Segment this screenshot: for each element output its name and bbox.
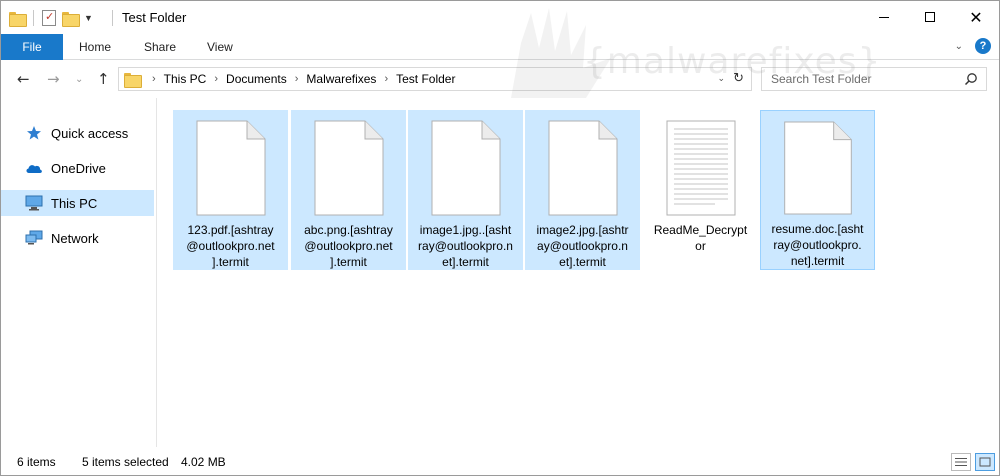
window-controls: ✕ [861,1,999,33]
blank-document-icon [314,120,383,216]
maximize-icon [925,12,935,22]
status-bar: 6 items 5 items selected 4.02 MB [1,449,999,475]
file-item[interactable]: resume.doc.[asht ray@outlookpro. net].term… [760,110,875,270]
breadcrumb-malwarefixes[interactable]: Malwarefixes [306,72,376,86]
selection-size: 4.02 MB [181,455,226,469]
file-name: abc.png.[ashtray @outlookpro.net].termit [304,223,393,269]
new-folder-icon[interactable] [62,11,80,27]
expand-ribbon-chevron-icon[interactable]: ⌄ [955,41,963,52]
explorer-window: ▼ Test Folder ✕ File Home Share View ⌄ ?… [0,0,1000,476]
maximize-button[interactable] [907,1,953,33]
breadcrumb-separator-icon[interactable]: › [152,73,156,85]
blank-document-icon [548,120,617,216]
properties-icon[interactable] [42,10,56,26]
sidebar-item-quick-access[interactable]: Quick access [1,120,154,146]
navigation-pane: Quick access OneDrive This PC Network [1,98,157,447]
toolbar-divider [33,10,34,26]
blank-document-icon [431,120,500,216]
breadcrumb-documents[interactable]: Documents [226,72,287,86]
tab-home[interactable]: Home [79,34,111,60]
breadcrumb-this-pc[interactable]: This PC [164,72,207,86]
details-view-icon [955,458,967,466]
help-icon[interactable]: ? [975,38,991,54]
file-name: image1.jpg..[asht ray@outlookpro.n et].ter… [418,223,513,269]
file-name: 123.pdf.[ashtray @outlookpro.net].termit [186,223,275,269]
star-icon [25,125,43,141]
recent-locations-chevron-icon[interactable]: ⌄ [75,74,83,85]
text-document-icon [666,120,735,216]
sidebar-item-label: Network [51,230,99,246]
breadcrumb-test-folder[interactable]: Test Folder [396,72,455,86]
large-icons-view-icon [979,457,991,467]
file-name: resume.doc.[asht ray@outlookpro. net].term… [771,222,864,268]
computer-icon [25,195,43,211]
window-title: Test Folder [122,10,187,25]
view-switcher [951,453,995,471]
close-icon: ✕ [969,7,983,27]
tab-file[interactable]: File [1,34,63,60]
file-name: ReadMe_Decrypt or [653,223,748,253]
up-arrow-icon[interactable]: ↑ [97,70,110,88]
address-folder-icon [124,72,142,88]
item-count: 6 items [17,455,56,469]
sidebar-item-label: This PC [51,195,98,211]
back-arrow-icon[interactable]: ← [17,70,30,88]
blank-document-icon [783,121,852,215]
sidebar-item-this-pc[interactable]: This PC [1,190,154,216]
file-list[interactable]: 123.pdf.[ashtray @outlookpro.net].termit … [158,98,998,447]
quick-access-toolbar: ▼ [9,7,93,29]
tab-share[interactable]: Share [144,34,176,60]
title-divider [112,10,113,26]
sidebar-item-onedrive[interactable]: OneDrive [1,155,154,181]
ribbon-controls: ⌄ ? [955,38,991,54]
cloud-icon [25,160,43,176]
customize-toolbar-chevron-icon[interactable]: ▼ [84,13,93,23]
minimize-icon [879,16,889,18]
tab-view[interactable]: View [207,34,233,60]
file-item[interactable]: image1.jpg..[asht ray@outlookpro.n et].ter… [408,110,523,270]
selection-count: 5 items selected [82,455,169,469]
breadcrumb-separator-icon[interactable]: › [214,73,218,85]
sidebar-item-label: OneDrive [51,160,106,176]
file-name: image2.jpg.[ashtr ay@outlookpro.n et].term… [536,223,629,269]
breadcrumb-separator-icon[interactable]: › [295,73,299,85]
folder-icon[interactable] [9,11,27,27]
blank-document-icon [196,120,265,216]
details-view-button[interactable] [951,453,971,471]
minimize-button[interactable] [861,1,907,33]
file-item[interactable]: ReadMe_Decrypt or [643,110,758,270]
breadcrumb-separator-icon[interactable]: › [384,73,388,85]
sidebar-item-label: Quick access [51,125,129,141]
close-button[interactable]: ✕ [953,1,999,33]
sidebar-item-network[interactable]: Network [1,225,154,251]
search-icon[interactable] [964,72,978,86]
forward-arrow-icon[interactable]: → [47,70,60,88]
watermark-text: {malwarefixes} [583,41,882,82]
large-icons-view-button[interactable] [975,453,995,471]
file-item[interactable]: 123.pdf.[ashtray @outlookpro.net].termit [173,110,288,270]
file-item[interactable]: abc.png.[ashtray @outlookpro.net].termit [291,110,406,270]
network-icon [25,230,43,246]
file-item[interactable]: image2.jpg.[ashtr ay@outlookpro.n et].term… [525,110,640,270]
